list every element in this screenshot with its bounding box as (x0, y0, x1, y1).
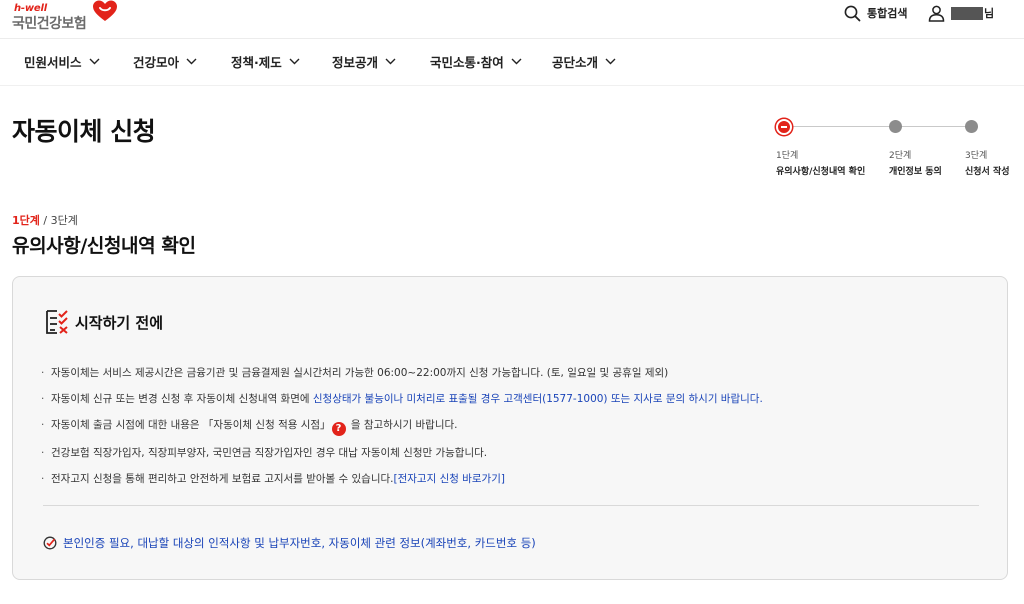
nav-item-about[interactable]: 공단소개 (552, 52, 616, 71)
step-1-number: 1단계 (776, 151, 799, 161)
current-step: 1단계 (12, 214, 40, 227)
list-item: · 자동이체는 서비스 제공시간은 금융기관 및 금융결제원 실시간처리 가능한 … (41, 367, 669, 379)
list-item: · 자동이체 출금 시점에 대한 내용은 「자동이체 신청 적용 시점」? 을 참… (41, 419, 458, 436)
nav-label: 정보공개 (332, 55, 379, 70)
nav-item-policy[interactable]: 정책·제도 (231, 52, 300, 71)
step-3-label: 신청서 작성 (965, 167, 1010, 177)
step-2-icon (889, 120, 902, 133)
chevron-down-icon (605, 58, 616, 65)
help-question-icon[interactable]: ? (331, 422, 346, 436)
step-2-number: 2단계 (889, 151, 912, 161)
list-item: · 자동이체 신규 또는 변경 신청 후 자동이체 신청내역 화면에 신청상태가 … (41, 393, 763, 405)
user-suffix: 님 (984, 7, 995, 20)
user-icon (928, 5, 945, 22)
total-steps: / 3단계 (39, 214, 78, 227)
nav-item-communication[interactable]: 국민소통·참여 (430, 52, 522, 71)
step-2-label: 개인정보 동의 (889, 167, 942, 177)
logo-text: 국민건강보험 (12, 16, 87, 32)
notice-header: 시작하기 전에 (45, 309, 163, 335)
nav-item-health-moa[interactable]: 건강모아 (133, 52, 197, 71)
masked-user-name (951, 6, 983, 20)
heart-logo-icon (93, 0, 117, 21)
nav-label: 국민소통·참여 (430, 55, 504, 70)
section-title: 유의사항/신청내역 확인 (12, 235, 196, 257)
chevron-down-icon (186, 58, 197, 65)
requirement-text: 본인인증 필요, 대납할 대상의 인적사항 및 납부자번호, 자동이체 관련 정… (63, 536, 536, 550)
nav-item-disclosure[interactable]: 정보공개 (332, 52, 396, 71)
notice-divider (43, 505, 979, 506)
integrated-search-button[interactable]: 통합검색 (844, 4, 907, 22)
nav-label: 정책·제도 (231, 55, 282, 70)
check-circle-icon (43, 536, 57, 550)
requirement-note: 본인인증 필요, 대납할 대상의 인적사항 및 납부자번호, 자동이체 관련 정… (43, 535, 536, 551)
chevron-down-icon (511, 58, 522, 65)
nav-label: 건강모아 (133, 55, 180, 70)
nav-item-civil-service[interactable]: 민원서비스 (24, 52, 100, 71)
list-item: · 전자고지 신청을 통해 편리하고 안전하게 보험료 고지서를 받아볼 수 있습… (41, 473, 505, 485)
notice-box: 시작하기 전에 · 자동이체는 서비스 제공시간은 금융기관 및 금융결제원 실시… (12, 276, 1008, 580)
list-item: · 건강보험 직장가입자, 직장피부양자, 국민연금 직장가입자인 경우 대납 자… (41, 447, 488, 459)
search-label: 통합검색 (867, 7, 908, 20)
checklist-icon (46, 310, 68, 334)
nav-divider (0, 85, 1024, 86)
page-title: 자동이체 신청 (12, 117, 156, 146)
user-menu[interactable]: 님 (928, 4, 994, 22)
e-notice-link[interactable]: [전자고지 신청 바로가기] (394, 473, 505, 485)
notice-title: 시작하기 전에 (75, 313, 164, 332)
customer-center-notice: 신청상태가 불능이나 미처리로 표출될 경우 고객센터(1577-1000) 또… (312, 393, 763, 405)
search-icon (844, 5, 861, 21)
chevron-down-icon (89, 58, 100, 65)
chevron-down-icon (385, 58, 396, 65)
nav-label: 공단소개 (552, 55, 599, 70)
nav-label: 민원서비스 (24, 55, 82, 70)
chevron-down-icon (289, 58, 300, 65)
step-1-label: 유의사항/신청내역 확인 (776, 167, 866, 177)
header-divider (0, 38, 1024, 39)
step-indicator: 1단계 / 3단계 (12, 212, 78, 228)
step-1-active-icon (776, 119, 792, 135)
step-3-number: 3단계 (965, 151, 988, 161)
stepper-line (784, 126, 972, 127)
nhis-logo[interactable]: h-well 국민건강보험 (12, 0, 117, 36)
step-3-icon (965, 120, 978, 133)
